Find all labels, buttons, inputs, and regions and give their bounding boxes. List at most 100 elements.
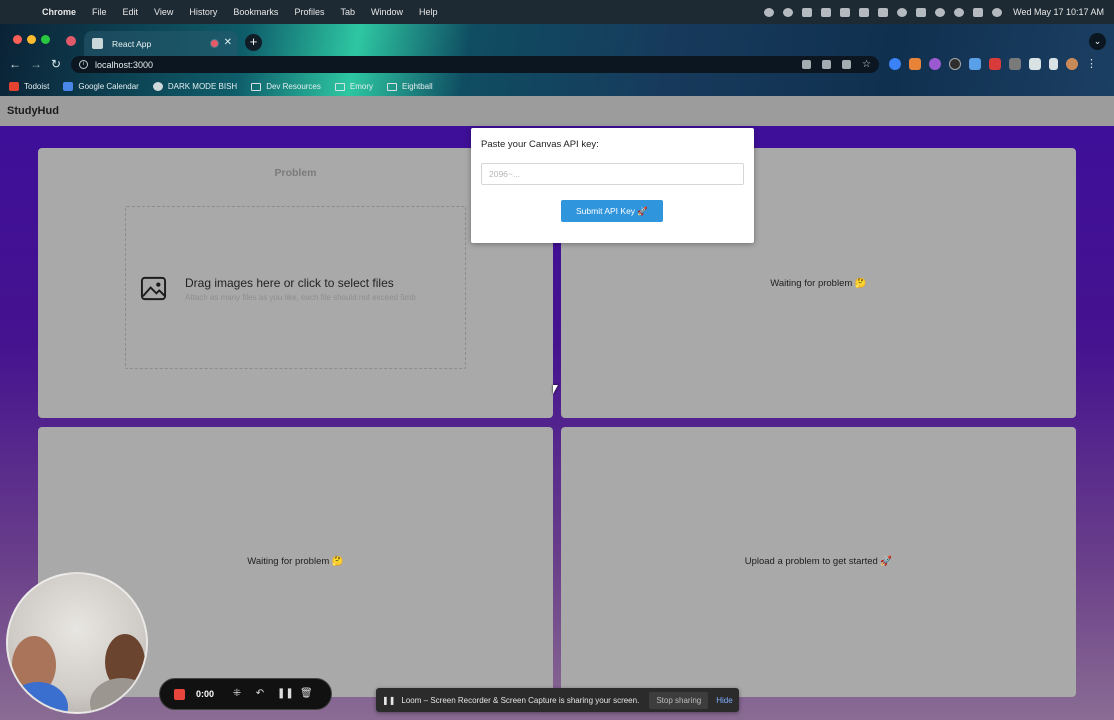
app-navbar: StudyHud (0, 96, 1114, 126)
menu-help[interactable]: Help (411, 7, 446, 17)
address-bar[interactable]: i localhost:3000 ☆ (71, 56, 879, 73)
menu-profiles[interactable]: Profiles (286, 7, 332, 17)
api-key-modal: Paste your Canvas API key: Submit API Ke… (471, 128, 754, 243)
bookmark-label: Todoist (24, 82, 50, 91)
close-window-icon[interactable] (13, 35, 22, 44)
extensions-row: ⋮ (889, 58, 1098, 70)
camera-icon[interactable] (802, 60, 811, 69)
tab-react-app[interactable]: React App ✕ (84, 31, 238, 56)
globe-icon (152, 82, 163, 91)
macos-menu-bar: Chrome File Edit View History Bookmarks … (0, 0, 1114, 24)
spotlight-search-icon[interactable] (954, 7, 965, 17)
play-icon[interactable] (897, 7, 908, 17)
side-panel-icon[interactable] (1049, 58, 1058, 70)
extension-c-icon[interactable] (1009, 58, 1021, 70)
menu-app-chrome[interactable]: Chrome (34, 7, 84, 17)
menu-window[interactable]: Window (363, 7, 411, 17)
extension-dark-icon[interactable] (949, 58, 961, 70)
getting-started-panel: Upload a problem to get started 🚀 (561, 427, 1076, 697)
extension-fox-icon[interactable] (909, 58, 921, 70)
tab-strip: React App ✕ + ⌄ (0, 24, 1114, 56)
undo-icon[interactable]: ↶ (254, 688, 266, 700)
menu-tab[interactable]: Tab (332, 7, 363, 17)
bookmark-dark-mode[interactable]: DARK MODE BISH (152, 82, 237, 91)
bookmark-dev-resources[interactable]: Dev Resources (251, 82, 321, 91)
cloud-icon[interactable] (802, 7, 813, 17)
battery-icon[interactable] (916, 7, 927, 17)
api-key-label: Paste your Canvas API key: (481, 139, 599, 150)
extension-robot-icon[interactable] (969, 58, 981, 70)
image-dropzone[interactable]: Drag images here or click to select file… (125, 206, 466, 369)
zoom-window-icon[interactable] (41, 35, 50, 44)
control-center-icon[interactable] (973, 7, 984, 17)
calendar-icon (63, 82, 74, 91)
display-icon[interactable] (821, 7, 832, 17)
loom-webcam-bubble[interactable] (6, 572, 148, 714)
bookmarks-bar: Todoist Google Calendar DARK MODE BISH D… (0, 77, 1114, 96)
extensions-puzzle-icon[interactable] (1029, 58, 1041, 70)
api-key-input[interactable] (481, 163, 744, 185)
status-tray: Wed May 17 10:17 AM (764, 0, 1104, 24)
todoist-icon (9, 82, 19, 91)
extension-blue-icon[interactable] (889, 58, 901, 70)
url-text: localhost:3000 (95, 59, 154, 70)
bookmark-todoist[interactable]: Todoist (9, 82, 49, 91)
bookmark-label: Emory (349, 82, 373, 91)
tab-search-button[interactable]: ⌄ (1089, 33, 1106, 50)
omnibox-actions: ☆ (802, 60, 871, 70)
bookmark-label: Eightball (402, 82, 433, 91)
hide-banner-link[interactable]: Hide (716, 696, 732, 705)
wifi-icon[interactable] (935, 7, 946, 17)
back-arrow-icon[interactable]: ← (9, 57, 21, 71)
new-tab-button[interactable]: + (245, 34, 262, 51)
stop-sharing-button[interactable]: Stop sharing (649, 691, 709, 709)
mic-icon[interactable] (764, 7, 775, 17)
trash-icon[interactable]: 🗑 (300, 688, 313, 700)
folder-icon (387, 82, 397, 91)
loom-tray-icon[interactable] (783, 7, 794, 17)
pause-icon[interactable]: ❚❚ (277, 688, 294, 700)
bookmark-eightball[interactable]: Eightball (387, 82, 433, 91)
menu-history[interactable]: History (181, 7, 225, 17)
install-app-icon[interactable] (822, 60, 831, 69)
profile-avatar[interactable] (1066, 58, 1078, 70)
bookmark-label: Google Calendar (78, 82, 139, 91)
menu-edit[interactable]: Edit (115, 7, 147, 17)
webcam-shirt-right (90, 678, 146, 712)
extension-red-icon[interactable] (989, 58, 1001, 70)
tab-close-icon[interactable]: ✕ (224, 37, 232, 48)
menu-view[interactable]: View (146, 7, 181, 17)
mouse-cursor-icon (553, 385, 558, 394)
chrome-menu-icon[interactable]: ⋮ (1086, 58, 1098, 70)
site-info-icon[interactable]: i (79, 60, 88, 69)
extension-purple-icon[interactable] (929, 58, 941, 70)
stop-recording-button[interactable] (174, 688, 185, 700)
menu-clock[interactable]: Wed May 17 10:17 AM (1013, 7, 1104, 17)
waiting-message: Waiting for problem 🤔 (770, 278, 867, 289)
minimize-window-icon[interactable] (27, 35, 36, 44)
bluetooth-icon[interactable] (878, 7, 889, 17)
screen-share-banner: ❚❚ Loom – Screen Recorder & Screen Captu… (376, 688, 739, 712)
app-brand[interactable]: StudyHud (7, 105, 59, 117)
recording-indicator-icon (66, 36, 76, 46)
tab-recording-icon (211, 40, 218, 47)
siri-icon[interactable] (992, 7, 1003, 17)
menu-file[interactable]: File (84, 7, 115, 17)
drawing-tool-icon[interactable]: ⁜ (231, 688, 243, 700)
share-icon[interactable] (842, 60, 851, 69)
menu-bookmarks[interactable]: Bookmarks (225, 7, 286, 17)
tab-title: React App (112, 38, 152, 49)
submit-api-key-button[interactable]: Submit API Key 🚀 (561, 200, 663, 222)
reload-icon[interactable]: ↻ (51, 57, 61, 71)
bookmark-google-calendar[interactable]: Google Calendar (63, 82, 139, 91)
window-icon[interactable] (859, 7, 870, 17)
volume-icon[interactable] (840, 7, 851, 17)
waiting-message: Waiting for problem 🤔 (247, 556, 344, 567)
bookmark-label: Dev Resources (266, 82, 321, 91)
loom-recording-controls: 0:00 ⁜ ↶ ❚❚ 🗑 (159, 678, 332, 710)
folder-icon (334, 82, 345, 91)
bookmark-star-icon[interactable]: ☆ (862, 60, 871, 70)
forward-arrow-icon[interactable]: → (30, 57, 42, 71)
upload-prompt-message: Upload a problem to get started 🚀 (744, 556, 893, 567)
bookmark-emory[interactable]: Emory (334, 82, 373, 91)
